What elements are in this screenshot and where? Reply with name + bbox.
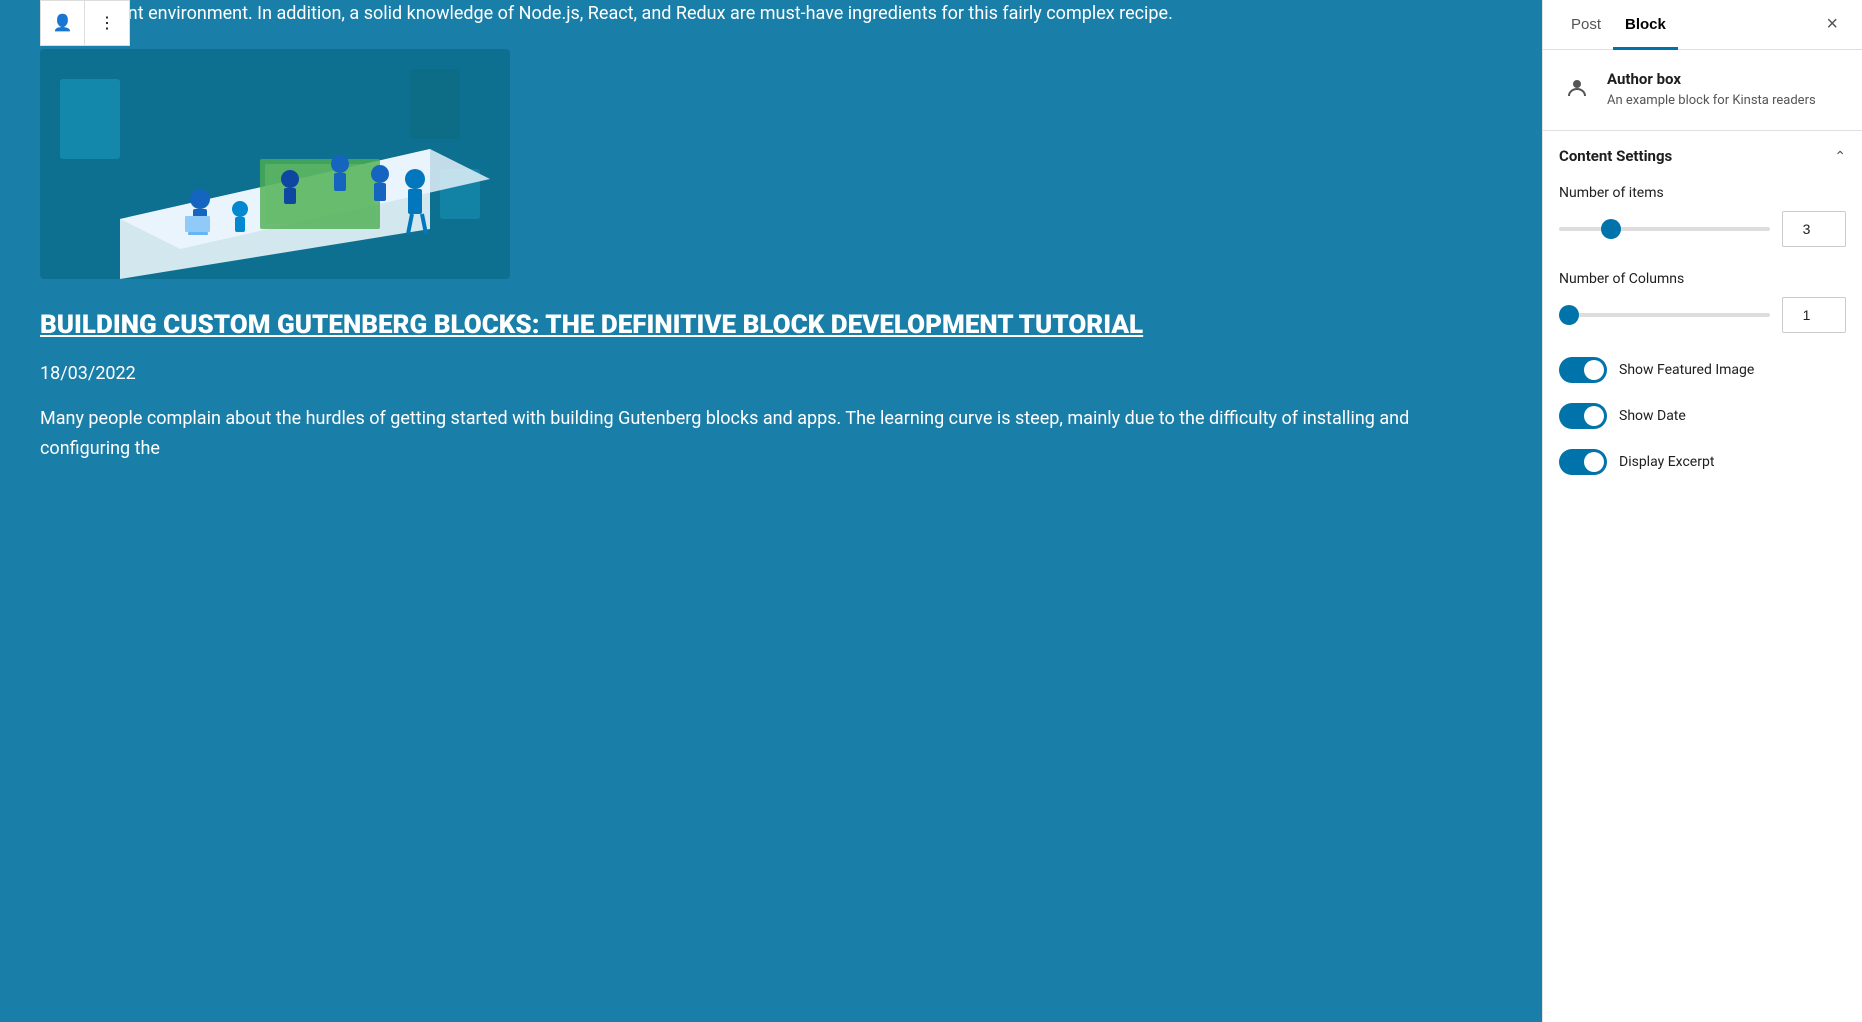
show-date-label: Show Date xyxy=(1619,408,1686,424)
number-of-items-label: Number of items xyxy=(1559,185,1846,201)
sidebar-tabs: Post Block × xyxy=(1543,0,1862,50)
block-more-options-btn[interactable]: ⋮ xyxy=(85,1,129,45)
block-type-icon xyxy=(1559,70,1595,106)
number-of-columns-input[interactable] xyxy=(1782,297,1846,333)
number-of-columns-control xyxy=(1559,297,1846,333)
main-content-area: 👤 ⋮ development environment. In addition… xyxy=(0,0,1542,1022)
block-info-text: Author box An example block for Kinsta r… xyxy=(1607,70,1816,110)
block-toolbar: 👤 ⋮ xyxy=(40,0,130,46)
tab-post[interactable]: Post xyxy=(1559,0,1613,49)
show-date-toggle[interactable] xyxy=(1559,403,1607,429)
block-description: An example block for Kinsta readers xyxy=(1607,92,1816,110)
display-excerpt-row: Display Excerpt xyxy=(1559,449,1846,475)
show-featured-image-label: Show Featured Image xyxy=(1619,362,1754,378)
show-date-row: Show Date xyxy=(1559,403,1846,429)
number-of-columns-slider[interactable] xyxy=(1559,313,1770,317)
content-settings-section: Content Settings ⌃ Number of items Numbe… xyxy=(1543,131,1862,511)
number-of-items-slider[interactable] xyxy=(1559,227,1770,231)
post-excerpt: Many people complain about the hurdles o… xyxy=(40,404,1502,465)
block-info-section: Author box An example block for Kinsta r… xyxy=(1543,50,1862,131)
number-of-columns-label: Number of Columns xyxy=(1559,271,1846,287)
show-featured-image-row: Show Featured Image xyxy=(1559,357,1846,383)
post-title: BUILDING CUSTOM GUTENBERG BLOCKS: THE DE… xyxy=(40,309,1502,343)
intro-text: development environment. In addition, a … xyxy=(40,0,1502,29)
number-of-items-input[interactable] xyxy=(1782,211,1846,247)
block-name: Author box xyxy=(1607,70,1816,88)
display-excerpt-toggle[interactable] xyxy=(1559,449,1607,475)
content-settings-title: Content Settings xyxy=(1559,147,1672,165)
number-of-items-setting: Number of items xyxy=(1559,185,1846,247)
post-date: 18/03/2022 xyxy=(40,363,1502,384)
chevron-up-icon: ⌃ xyxy=(1834,148,1846,164)
number-of-items-control xyxy=(1559,211,1846,247)
collapse-settings-button[interactable]: ⌃ xyxy=(1834,148,1846,165)
block-author-icon-btn[interactable]: 👤 xyxy=(41,1,85,45)
author-icon: 👤 xyxy=(53,13,73,33)
sidebar-panel: Post Block × Author box An example block… xyxy=(1542,0,1862,1022)
close-sidebar-button[interactable]: × xyxy=(1818,5,1846,44)
content-settings-header: Content Settings ⌃ xyxy=(1559,147,1846,165)
more-options-icon: ⋮ xyxy=(99,13,115,33)
show-featured-image-toggle[interactable] xyxy=(1559,357,1607,383)
number-of-columns-setting: Number of Columns xyxy=(1559,271,1846,333)
display-excerpt-label: Display Excerpt xyxy=(1619,454,1714,470)
post-featured-image xyxy=(40,49,510,279)
tab-block[interactable]: Block xyxy=(1613,0,1678,49)
